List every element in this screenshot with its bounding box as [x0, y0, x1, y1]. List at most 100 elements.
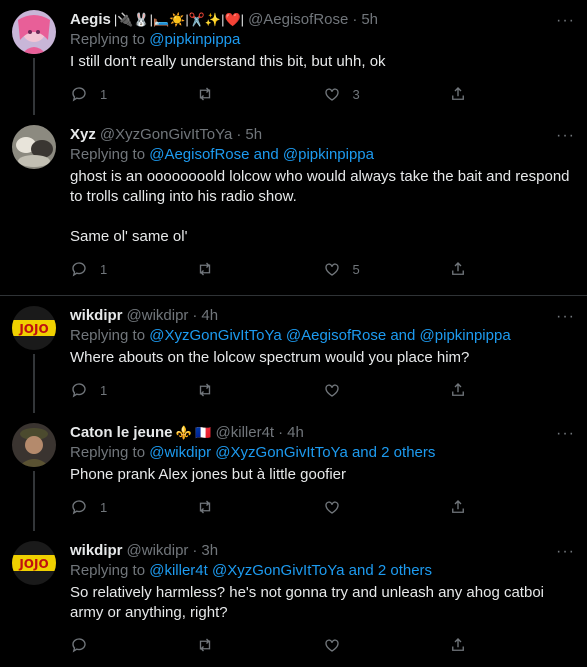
mention-link[interactable]: @XyzGonGivItToYa [212, 562, 345, 579]
reply-icon [72, 262, 86, 277]
display-name[interactable]: Aegis [70, 10, 111, 30]
replying-to: Replying to @AegisofRose and @pipkinpipp… [70, 145, 575, 165]
display-name[interactable]: Xyz [70, 125, 96, 145]
share-icon [451, 500, 464, 513]
replying-prefix: Replying to [70, 444, 150, 461]
mention-joiner: and [344, 562, 378, 579]
replying-prefix: Replying to [70, 327, 150, 344]
tweet-body: Xyz @XyzGonGivItToYa · 5h Replying to @A… [58, 125, 575, 295]
like-icon [324, 88, 339, 101]
tweet-body: wikdipr @wikdipr · 3h Replying to @kille… [58, 541, 575, 663]
name-emoji: |🔌🐰|🛏️☀️|✂️✨|❤️| [113, 12, 245, 27]
reply-button[interactable] [70, 636, 196, 654]
user-handle[interactable]: @wikdipr [127, 541, 189, 561]
share-button[interactable] [449, 636, 575, 654]
retweet-button[interactable] [196, 381, 322, 399]
tweet[interactable]: Aegis |🔌🐰|🛏️☀️|✂️✨|❤️| @AegisofRose · 5h… [0, 0, 587, 115]
timestamp[interactable]: 3h [201, 541, 218, 561]
reply-button[interactable]: 1 [70, 498, 196, 516]
reply-icon [72, 500, 86, 515]
display-name[interactable]: wikdipr [70, 306, 123, 326]
replying-to: Replying to @killer4t @XyzGonGivItToYa a… [70, 561, 575, 581]
like-count: 3 [352, 86, 360, 102]
user-handle[interactable]: @wikdipr [127, 306, 189, 326]
retweet-button[interactable] [196, 260, 322, 278]
mention-link[interactable]: @XyzGonGivItToYa [149, 327, 282, 344]
mention-link[interactable]: 2 others [381, 444, 435, 461]
tweet[interactable]: JOJO wikdipr @wikdipr · 4h Replying to @… [0, 296, 587, 413]
timestamp[interactable]: 4h [201, 306, 218, 326]
avatar[interactable]: JOJO [12, 541, 56, 585]
more-icon[interactable]: ··· [556, 425, 575, 443]
share-button[interactable] [449, 498, 575, 516]
mention-link[interactable]: @wikdipr [149, 444, 211, 461]
reply-count: 1 [100, 261, 108, 277]
separator-dot: · [278, 424, 284, 441]
tweet[interactable]: JOJO wikdipr @wikdipr · 3h Replying to @… [0, 531, 587, 663]
retweet-icon [200, 383, 211, 397]
tweet[interactable]: Xyz @XyzGonGivItToYa · 5h Replying to @A… [0, 115, 587, 296]
timestamp[interactable]: 5h [245, 125, 262, 145]
replying-to: Replying to @wikdipr @XyzGonGivItToYa an… [70, 443, 575, 463]
user-handle[interactable]: @XyzGonGivItToYa [100, 125, 233, 145]
share-button[interactable] [449, 85, 575, 103]
user-handle[interactable]: @AegisofRose [248, 10, 348, 30]
thread-connector [33, 58, 35, 115]
share-button[interactable] [449, 260, 575, 278]
replying-to: Replying to @pipkinpippa [70, 30, 575, 50]
mention-joiner: and [249, 146, 283, 163]
retweet-icon [200, 262, 211, 276]
like-button[interactable]: 3 [323, 85, 449, 103]
retweet-button[interactable] [196, 498, 322, 516]
avatar[interactable]: JOJO [12, 306, 56, 350]
mention-link[interactable]: @pipkinpippa [420, 327, 511, 344]
display-name[interactable]: wikdipr [70, 541, 123, 561]
mention-link[interactable]: @pipkinpippa [149, 31, 240, 48]
tweet-left-column [10, 423, 58, 531]
replying-prefix: Replying to [70, 562, 150, 579]
share-button[interactable] [449, 381, 575, 399]
retweet-button[interactable] [196, 85, 322, 103]
mention-link[interactable]: @XyzGonGivItToYa [215, 444, 348, 461]
like-button[interactable] [323, 636, 449, 654]
avatar[interactable] [12, 10, 56, 54]
reply-button[interactable]: 1 [70, 85, 196, 103]
svg-text:JOJO: JOJO [18, 557, 48, 571]
more-icon[interactable]: ··· [556, 12, 575, 30]
like-button[interactable]: 5 [323, 260, 449, 278]
reply-icon [72, 383, 86, 398]
name-emoji: ⚜️ 🇫🇷 [175, 425, 212, 440]
separator-dot: · [352, 11, 358, 28]
tweet-actions: 1 [70, 485, 575, 529]
mention-link[interactable]: @killer4t [149, 562, 208, 579]
reply-button[interactable]: 1 [70, 260, 196, 278]
user-handle[interactable]: @killer4t [216, 423, 275, 443]
tweet[interactable]: Caton le jeune ⚜️ 🇫🇷 @killer4t · 4h Repl… [0, 413, 587, 531]
more-icon[interactable]: ··· [556, 127, 575, 145]
retweet-button[interactable] [196, 636, 322, 654]
share-icon [451, 87, 464, 100]
thread-connector [33, 354, 35, 413]
avatar[interactable] [12, 125, 56, 169]
reply-button[interactable]: 1 [70, 381, 196, 399]
tweet-body: wikdipr @wikdipr · 4h Replying to @XyzGo… [58, 306, 575, 413]
tweet-text: ghost is an oooooooold lolcow who would … [70, 168, 570, 245]
more-icon[interactable]: ··· [556, 308, 575, 326]
timestamp[interactable]: 5h [361, 10, 378, 30]
tweet-actions: 1 [70, 368, 575, 412]
more-icon[interactable]: ··· [556, 543, 575, 561]
like-button[interactable] [323, 381, 449, 399]
mention-link[interactable]: @AegisofRose [149, 146, 249, 163]
tweet-actions: 1 3 [70, 72, 575, 116]
timestamp[interactable]: 4h [287, 423, 304, 443]
like-icon [324, 384, 339, 397]
like-button[interactable] [323, 498, 449, 516]
mention-link[interactable]: @AegisofRose [286, 327, 386, 344]
mention-link[interactable]: @pipkinpippa [283, 146, 374, 163]
display-name[interactable]: Caton le jeune [70, 423, 173, 443]
replying-prefix: Replying to [70, 31, 150, 48]
reply-icon [72, 87, 86, 102]
tweet-body: Aegis |🔌🐰|🛏️☀️|✂️✨|❤️| @AegisofRose · 5h… [58, 10, 575, 115]
mention-link[interactable]: 2 others [378, 562, 432, 579]
avatar[interactable] [12, 423, 56, 467]
